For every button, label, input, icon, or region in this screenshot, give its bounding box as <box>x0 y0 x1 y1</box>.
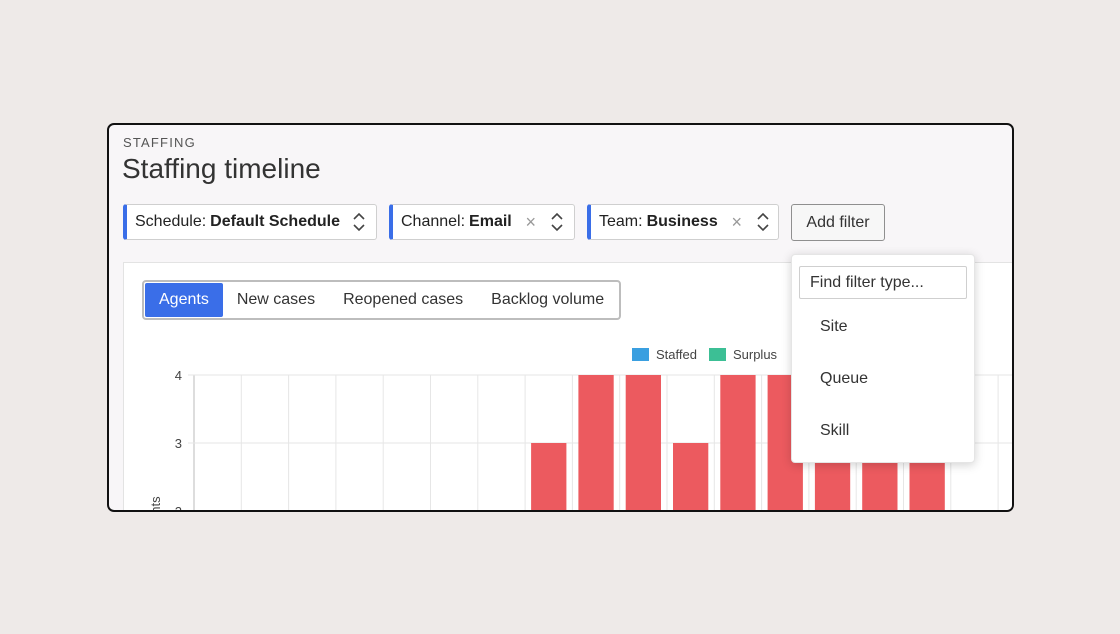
filter-pill-channel[interactable]: Channel: Email × <box>389 204 575 240</box>
filter-pill-schedule[interactable]: Schedule: Default Schedule <box>123 204 377 240</box>
dropdown-option-site[interactable]: Site <box>820 318 848 336</box>
chevron-updown-icon[interactable] <box>352 211 366 233</box>
filter-type-search-input[interactable] <box>799 266 967 299</box>
chevron-updown-icon[interactable] <box>756 211 770 233</box>
y-tick-label: 3 <box>175 436 182 451</box>
filter-label: Channel: <box>401 213 466 230</box>
chart-bar <box>673 443 709 510</box>
section-eyebrow: STAFFING <box>123 135 196 150</box>
y-axis-label: ents <box>148 496 163 512</box>
chart-bar <box>531 443 567 510</box>
dropdown-option-queue[interactable]: Queue <box>820 370 868 388</box>
staffing-window: STAFFING Staffing timeline Schedule: Def… <box>107 123 1014 512</box>
chart-bar <box>720 375 756 510</box>
filter-label: Team: <box>599 213 643 230</box>
filter-value: Business <box>646 213 718 230</box>
page-title: Staffing timeline <box>122 153 321 184</box>
filter-value: Email <box>469 213 512 230</box>
chevron-updown-icon[interactable] <box>550 211 564 233</box>
filter-value: Default Schedule <box>210 213 340 230</box>
filter-pill-team[interactable]: Team: Business × <box>587 204 779 240</box>
filter-type-dropdown: Site Queue Skill <box>791 254 975 463</box>
add-filter-button[interactable]: Add filter <box>791 204 885 241</box>
dropdown-option-skill[interactable]: Skill <box>820 422 849 440</box>
y-tick-label: 4 <box>175 368 182 383</box>
y-tick-label: 2 <box>175 504 182 512</box>
chart-bar <box>578 375 614 510</box>
filter-label: Schedule: <box>135 213 207 230</box>
chart-bar <box>625 375 661 510</box>
clear-icon[interactable]: × <box>524 212 538 233</box>
clear-icon[interactable]: × <box>730 212 744 233</box>
